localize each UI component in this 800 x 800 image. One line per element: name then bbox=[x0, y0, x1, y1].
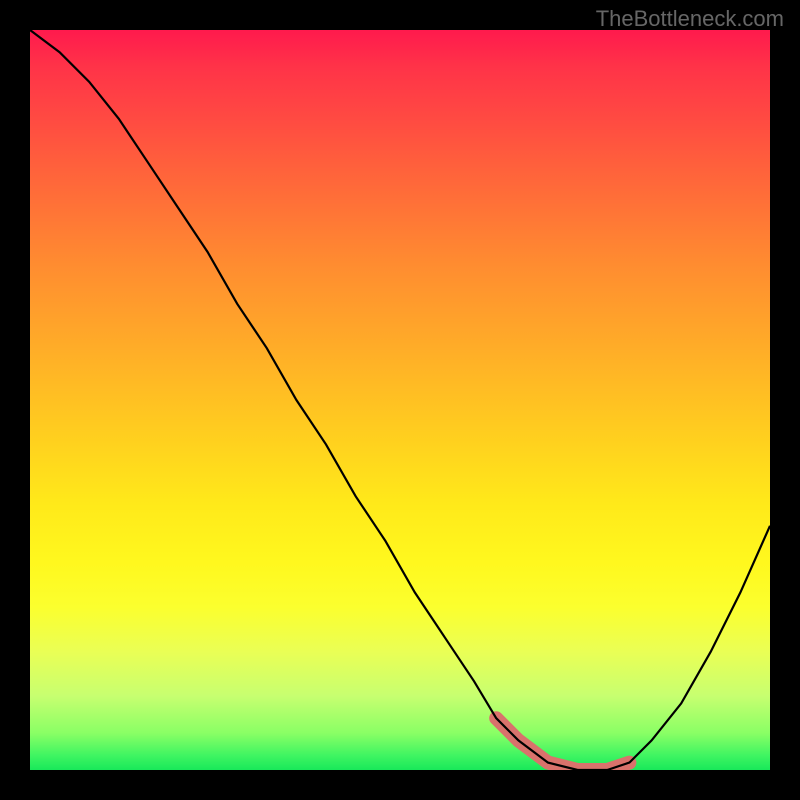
watermark-text: TheBottleneck.com bbox=[596, 6, 784, 32]
curve-line bbox=[30, 30, 770, 770]
chart-area bbox=[30, 30, 770, 770]
chart-svg bbox=[30, 30, 770, 770]
highlight-band bbox=[496, 718, 629, 770]
